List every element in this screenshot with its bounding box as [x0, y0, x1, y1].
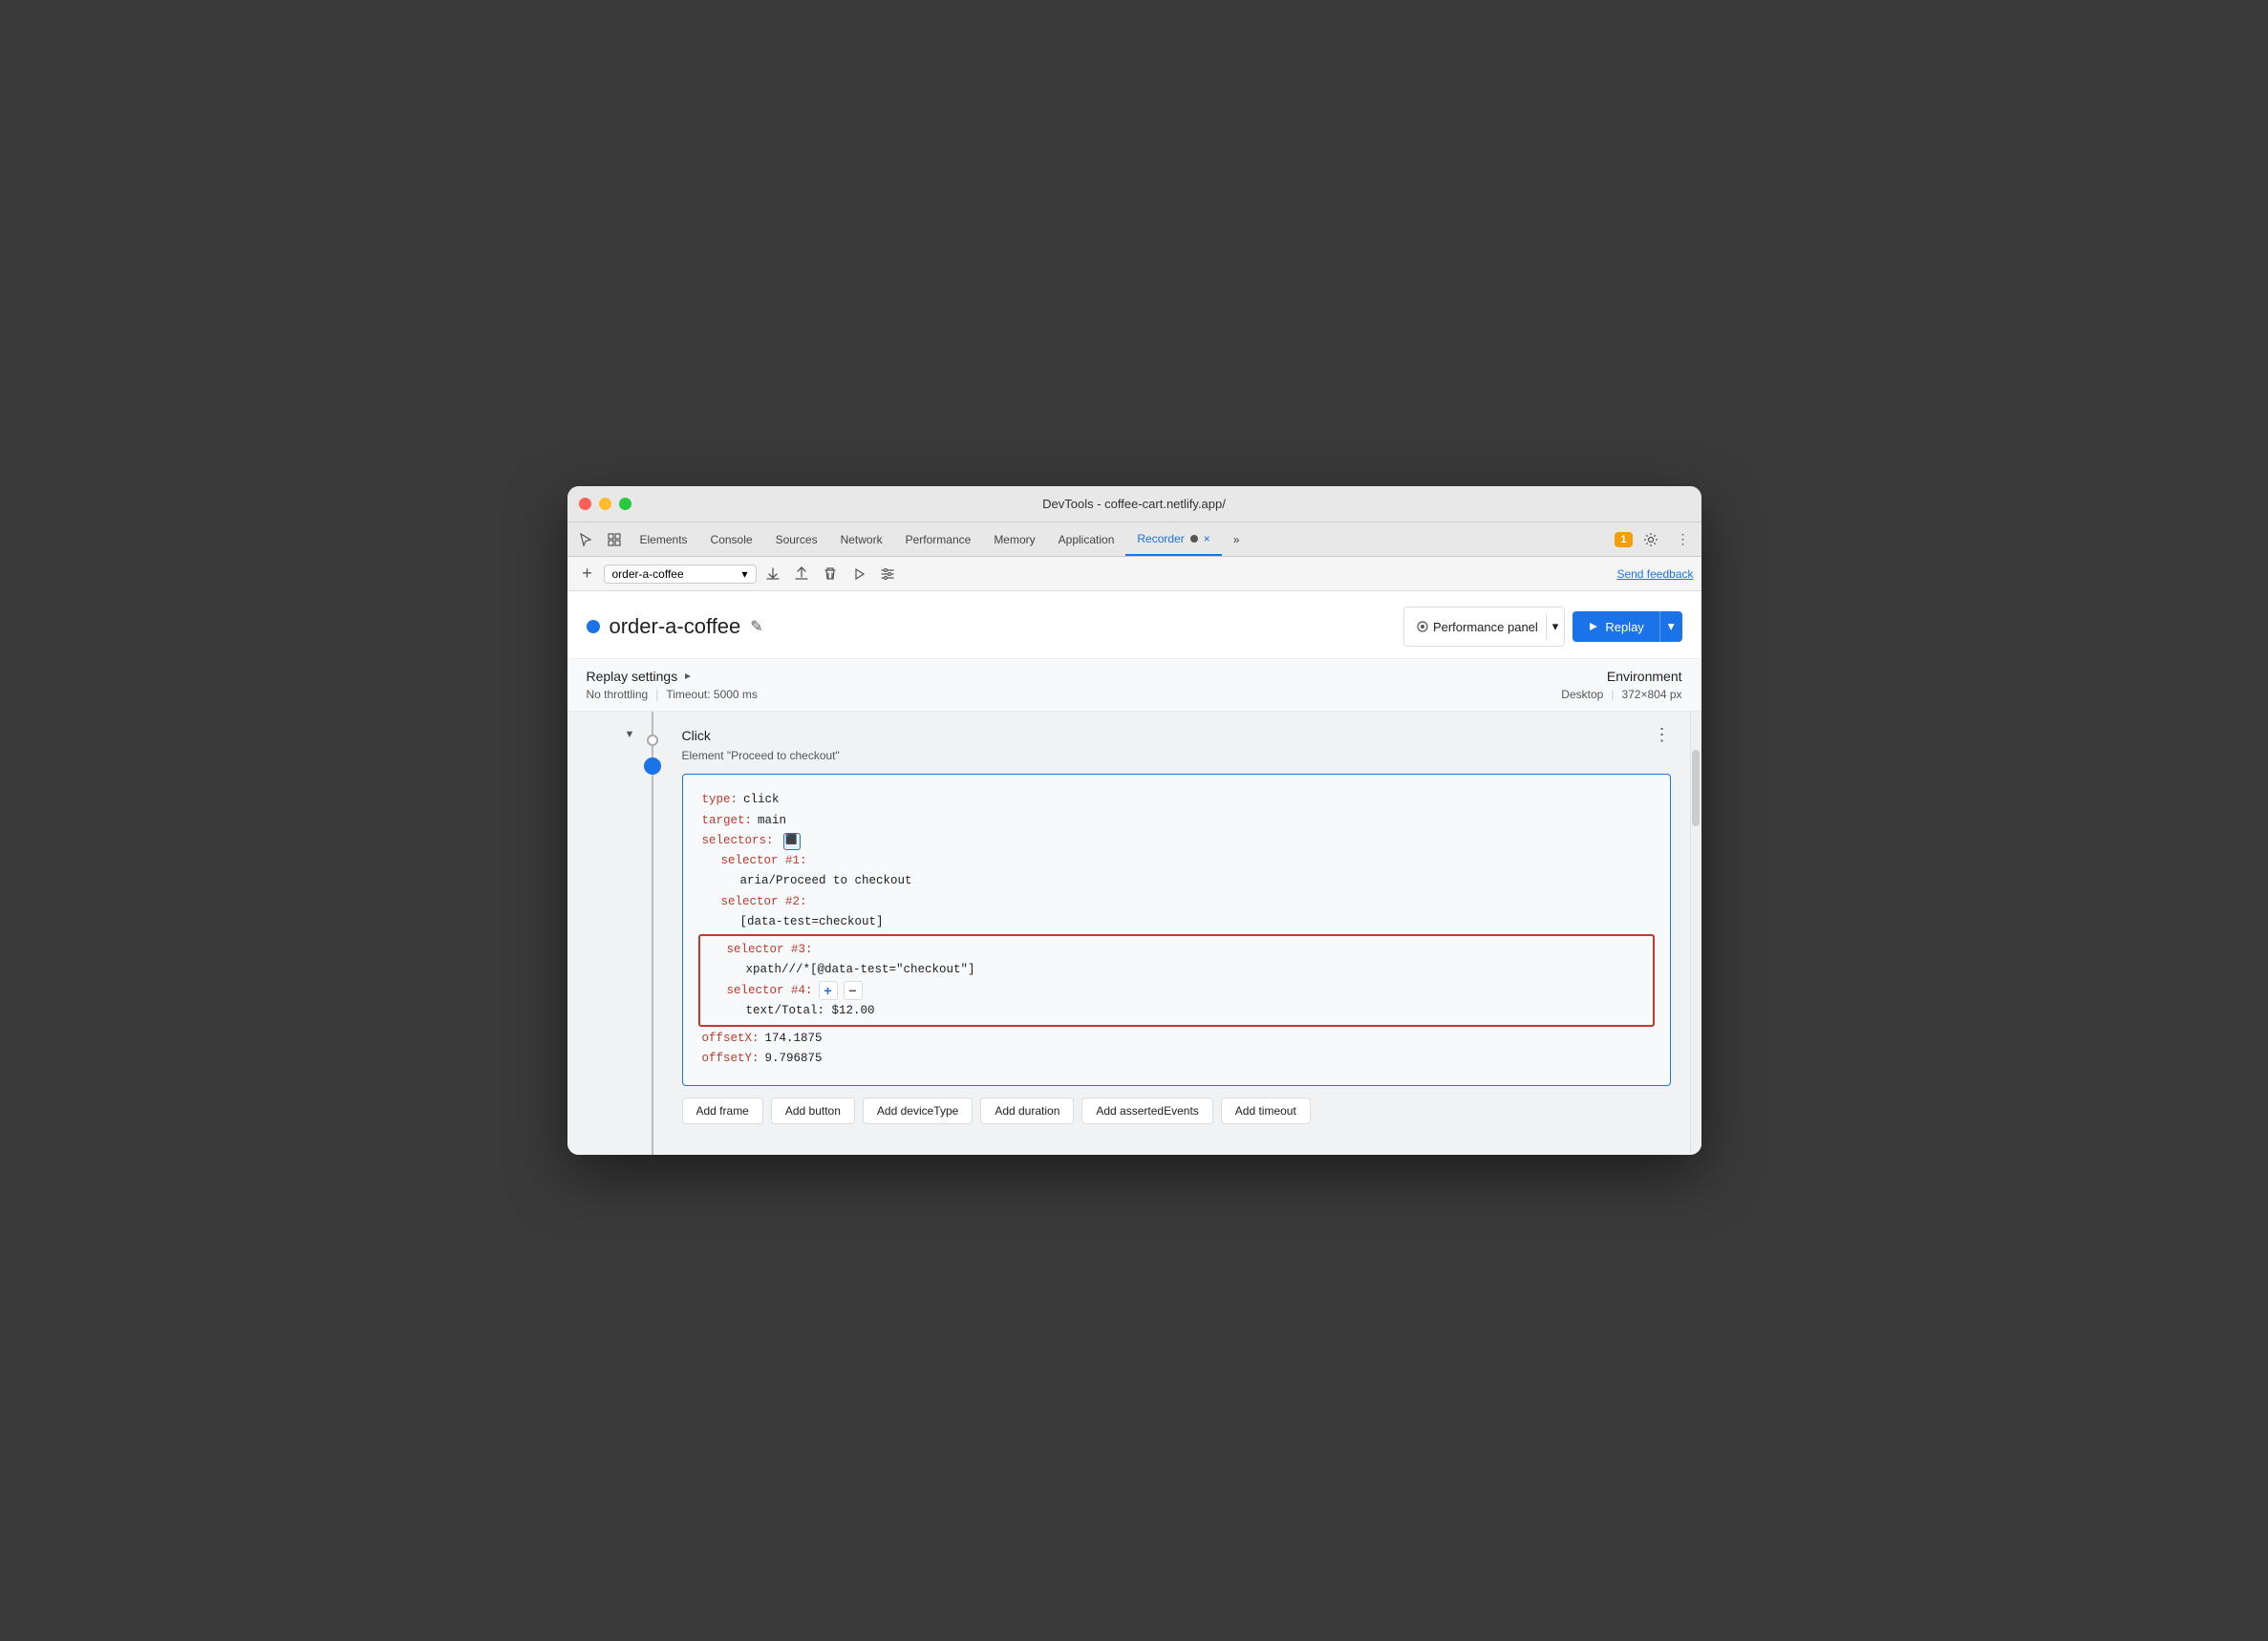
settings-button[interactable] — [875, 562, 900, 586]
steps-area: ▼ Click ⋮ Element "Proceed to checkout" … — [567, 712, 1690, 1154]
dropdown-arrow-icon: ▾ — [741, 567, 747, 581]
replay-button[interactable]: Replay — [1573, 611, 1658, 642]
tab-network[interactable]: Network — [829, 522, 894, 556]
code-selector4-val-line: text/Total: $12.00 — [708, 1001, 1645, 1021]
tab-section-right: 1 ⋮ — [1615, 522, 1697, 556]
gear-icon[interactable] — [1637, 525, 1665, 554]
action-buttons: Add frame Add button Add deviceType Add … — [682, 1098, 1671, 1140]
step-active-dot — [644, 757, 661, 775]
add-asserted-events-button[interactable]: Add assertedEvents — [1081, 1098, 1212, 1124]
step-header: ▼ Click ⋮ — [682, 725, 1671, 745]
code-selector3-line: selector #3: — [708, 940, 1645, 960]
recording-name-label: order-a-coffee — [612, 567, 738, 581]
selector-highlight-box: selector #3: xpath///*[@data-test="check… — [698, 934, 1655, 1027]
title-bar: DevTools - coffee-cart.netlify.app/ — [567, 486, 1701, 522]
minimize-button[interactable] — [599, 498, 611, 510]
tab-sources[interactable]: Sources — [764, 522, 829, 556]
env-size: 372×804 px — [1621, 688, 1681, 701]
code-target-line: target: main — [702, 811, 1651, 831]
tab-more[interactable]: » — [1222, 522, 1252, 556]
perf-panel-label: Performance panel — [1433, 620, 1538, 634]
code-type-line: type: click — [702, 790, 1651, 810]
inspect-icon[interactable] — [600, 525, 629, 554]
edit-title-icon[interactable]: ✎ — [750, 617, 762, 636]
maximize-button[interactable] — [619, 498, 631, 510]
tab-recorder[interactable]: Recorder × — [1125, 522, 1221, 556]
performance-panel-button[interactable]: Performance panel ▾ — [1403, 607, 1565, 647]
add-duration-button[interactable]: Add duration — [980, 1098, 1074, 1124]
add-button-button[interactable]: Add button — [771, 1098, 855, 1124]
code-selector1-val-line: aria/Proceed to checkout — [702, 871, 1651, 891]
tab-elements[interactable]: Elements — [629, 522, 699, 556]
code-selector3-val-line: xpath///*[@data-test="checkout"] — [708, 960, 1645, 980]
code-selector1-line: selector #1: — [702, 851, 1651, 871]
perf-panel-dropdown-icon[interactable]: ▾ — [1546, 613, 1565, 640]
code-selector4-line: selector #4: + − — [708, 981, 1645, 1001]
traffic-lights — [579, 498, 631, 510]
step-item-click: ▼ Click ⋮ Element "Proceed to checkout" … — [567, 712, 1690, 1154]
close-button[interactable] — [579, 498, 591, 510]
code-offsetX-line: offsetX: 174.1875 — [702, 1029, 1651, 1049]
add-frame-button[interactable]: Add frame — [682, 1098, 763, 1124]
settings-right: Environment Desktop | 372×804 px — [1561, 669, 1681, 701]
replay-label: Replay — [1605, 620, 1643, 634]
start-replay-button[interactable] — [846, 562, 871, 586]
code-selectors-line: selectors: ⬛ — [702, 831, 1651, 851]
devtools-tab-bar: Elements Console Sources Network Perform… — [567, 522, 1701, 557]
code-selector2-val-line: [data-test=checkout] — [702, 912, 1651, 932]
scroll-content: ▼ Click ⋮ Element "Proceed to checkout" … — [567, 712, 1690, 1154]
tab-performance[interactable]: Performance — [894, 522, 983, 556]
throttling-value: No throttling — [587, 688, 649, 701]
more-options-icon[interactable]: ⋮ — [1669, 525, 1698, 554]
settings-left: Replay settings No throttling | Timeout:… — [587, 669, 758, 701]
step-type: Click — [682, 728, 711, 743]
selector4-remove-button[interactable]: − — [844, 981, 863, 1000]
header-actions: Performance panel ▾ Replay ▾ — [1403, 607, 1682, 647]
add-device-type-button[interactable]: Add deviceType — [863, 1098, 973, 1124]
recording-status-dot — [587, 620, 600, 633]
delete-recording-button[interactable] — [818, 562, 843, 586]
tab-application[interactable]: Application — [1047, 522, 1126, 556]
selector4-add-button[interactable]: + — [819, 981, 838, 1000]
new-recording-button[interactable]: + — [575, 562, 600, 586]
content-with-scroll: ▼ Click ⋮ Element "Proceed to checkout" … — [567, 712, 1701, 1154]
export-button[interactable] — [760, 562, 785, 586]
replay-button-group: Replay ▾ — [1573, 611, 1681, 642]
cursor-icon[interactable] — [571, 525, 600, 554]
environment-value: Desktop | 372×804 px — [1561, 688, 1681, 701]
step-description: Element "Proceed to checkout" — [682, 749, 1671, 762]
step-kebab-menu[interactable]: ⋮ — [1654, 725, 1671, 745]
recording-title: order-a-coffee — [610, 614, 741, 639]
scrollbar-track — [1690, 712, 1701, 1154]
settings-bar: Replay settings No throttling | Timeout:… — [567, 659, 1701, 712]
window-title: DevTools - coffee-cart.netlify.app/ — [1042, 497, 1226, 511]
main-content: order-a-coffee ✎ Performance panel ▾ Rep… — [567, 591, 1701, 1154]
environment-label: Environment — [1561, 669, 1681, 684]
tab-recorder-close[interactable]: × — [1204, 532, 1210, 545]
tab-recorder-label: Recorder — [1137, 532, 1184, 545]
replay-settings-title[interactable]: Replay settings — [587, 669, 758, 684]
recording-selector[interactable]: order-a-coffee ▾ — [604, 565, 757, 584]
step-expand-icon[interactable]: ▼ — [625, 729, 635, 740]
code-block: type: click target: main selectors: ⬛ — [682, 774, 1671, 1085]
settings-subtitle: No throttling | Timeout: 5000 ms — [587, 688, 758, 701]
replay-dropdown-button[interactable]: ▾ — [1659, 611, 1682, 642]
timeout-value: Timeout: 5000 ms — [666, 688, 758, 701]
tab-memory[interactable]: Memory — [982, 522, 1046, 556]
send-feedback-button[interactable]: Send feedback — [1616, 567, 1693, 581]
code-selector2-line: selector #2: — [702, 892, 1651, 912]
tab-console[interactable]: Console — [699, 522, 764, 556]
tab-section-left: Elements Console Sources Network Perform… — [571, 522, 1252, 556]
devtools-window: DevTools - coffee-cart.netlify.app/ Elem… — [567, 486, 1701, 1154]
notification-badge: 1 — [1615, 532, 1632, 547]
code-offsetY-line: offsetY: 9.796875 — [702, 1049, 1651, 1069]
toolbar: + order-a-coffee ▾ Send feedback — [567, 557, 1701, 591]
add-timeout-button[interactable]: Add timeout — [1221, 1098, 1311, 1124]
selector-devtools-icon: ⬛ — [783, 833, 801, 850]
step-start-dot — [647, 735, 658, 746]
import-button[interactable] — [789, 562, 814, 586]
recording-header: order-a-coffee ✎ Performance panel ▾ Rep… — [567, 591, 1701, 659]
scrollbar-thumb[interactable] — [1692, 750, 1700, 826]
